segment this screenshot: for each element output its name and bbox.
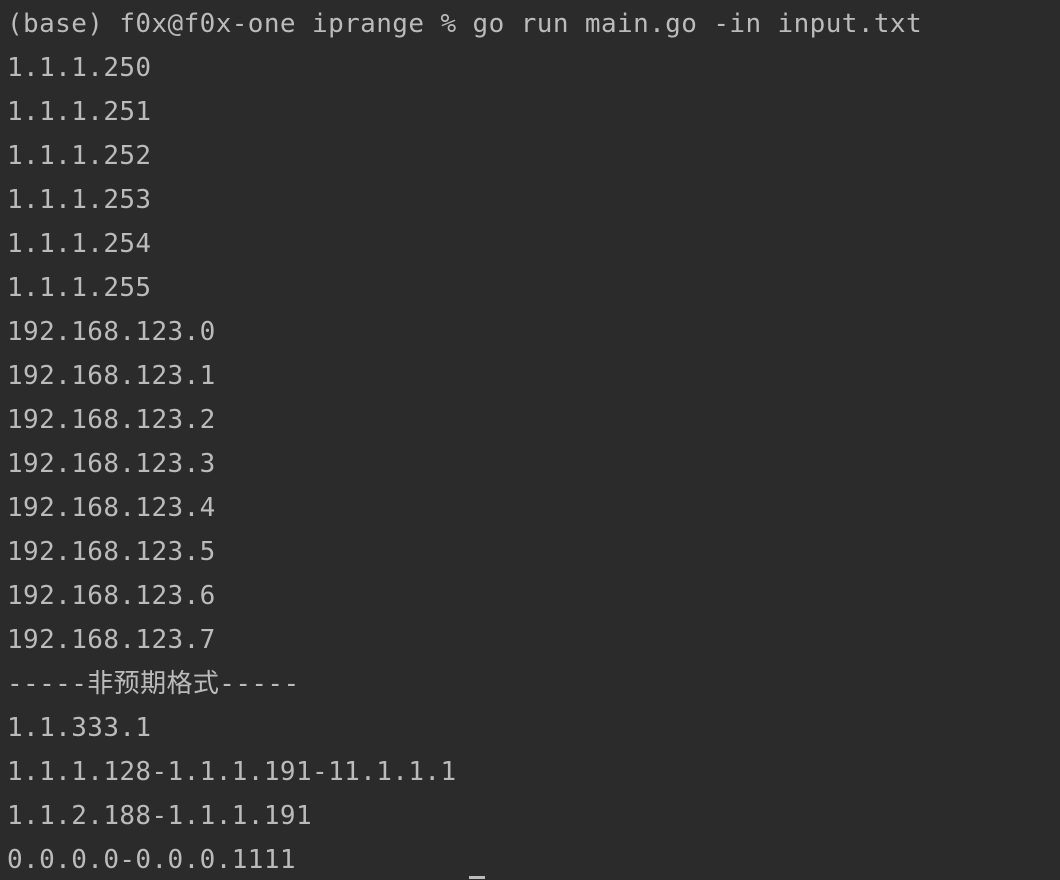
output-line: 1.1.1.251 <box>7 97 152 127</box>
command-prompt-line: (base) f0x@f0x-one iprange % go run main… <box>7 9 923 39</box>
output-line: 192.168.123.2 <box>7 405 216 435</box>
output-line: 192.168.123.0 <box>7 317 216 347</box>
output-line: 1.1.333.1 <box>7 713 152 743</box>
output-line: 192.168.123.7 <box>7 625 216 655</box>
output-line: 1.1.1.253 <box>7 185 152 215</box>
output-line: 1.1.1.250 <box>7 53 152 83</box>
output-line: 192.168.123.5 <box>7 537 216 567</box>
output-line: 1.1.1.128-1.1.1.191-11.1.1.1 <box>7 757 457 787</box>
terminal-window[interactable]: (base) f0x@f0x-one iprange % go run main… <box>0 0 1060 880</box>
output-line: 1.1.2.188-1.1.1.191 <box>7 801 313 831</box>
separator-line: -----非预期格式----- <box>7 669 300 699</box>
output-line: 192.168.123.4 <box>7 493 216 523</box>
output-line: 192.168.123.6 <box>7 581 216 611</box>
output-line: 1.1.1.255 <box>7 273 152 303</box>
output-line: 1.1.1.252 <box>7 141 152 171</box>
text-cursor <box>469 876 485 879</box>
output-line: 192.168.123.1 <box>7 361 216 391</box>
output-line: 0.0.0.0-0.0.0.1111 <box>7 845 296 875</box>
output-line: 1.1.1.254 <box>7 229 152 259</box>
output-line: 192.168.123.3 <box>7 449 216 479</box>
